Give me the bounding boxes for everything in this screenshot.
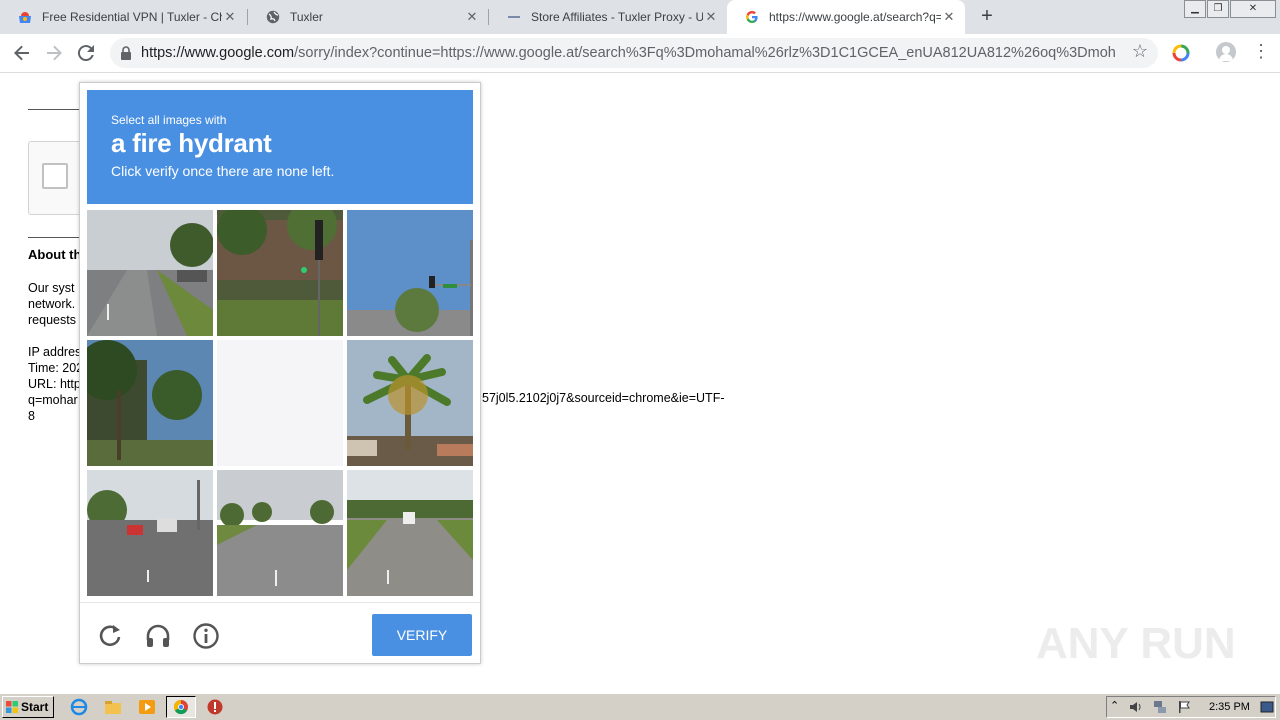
back-button[interactable]	[10, 41, 34, 65]
recaptcha-checkbox[interactable]	[42, 163, 68, 189]
tab-store-affiliates[interactable]: Store Affiliates - Tuxler Proxy - Unbloc…	[489, 0, 727, 34]
arrow-right-icon	[47, 45, 62, 61]
extension-icon[interactable]	[1171, 43, 1191, 63]
street-photo	[87, 210, 213, 336]
close-tab-icon[interactable]: ✕	[703, 9, 719, 25]
captcha-tile-9[interactable]	[347, 470, 473, 596]
globe-icon	[266, 10, 280, 24]
windows-flag-icon	[6, 701, 18, 713]
captcha-subtext: Click verify once there are none left.	[111, 163, 335, 179]
captcha-tile-3[interactable]	[347, 210, 473, 336]
tab-title: Store Affiliates - Tuxler Proxy - Unbloc…	[531, 10, 703, 24]
close-tab-icon[interactable]: ✕	[941, 9, 957, 25]
captcha-challenge: Select all images with a fire hydrant Cl…	[79, 82, 481, 664]
windows-taskbar: Start ⌃ 2:35 PM	[0, 693, 1280, 720]
forward-button[interactable]	[42, 41, 66, 65]
captcha-tile-7[interactable]	[87, 470, 213, 596]
palm-tree-photo	[347, 340, 473, 466]
close-window-button[interactable]: ✕	[1230, 0, 1276, 18]
url-host: https://www.google.com	[141, 45, 295, 61]
intersection-photo	[347, 210, 473, 336]
palm-trees-photo	[87, 340, 213, 466]
person-icon	[1219, 46, 1233, 61]
google-g-icon	[746, 11, 758, 23]
captcha-tile-5[interactable]	[217, 340, 343, 466]
reload-icon	[77, 45, 94, 62]
info-line: URL: http	[28, 377, 81, 391]
paragraph-line: Our syst	[28, 281, 75, 295]
captcha-tile-8[interactable]	[217, 470, 343, 596]
street-cars-photo	[87, 470, 213, 596]
chrome-icon	[173, 699, 188, 715]
tab-strip: Free Residential VPN | Tuxler - Chrome W…	[0, 0, 1280, 34]
system-tray: ⌃	[1106, 696, 1276, 718]
captcha-footer: VERIFY	[80, 602, 480, 665]
address-bar[interactable]: https://www.google.com/sorry/index?conti…	[110, 38, 1158, 68]
media-player-icon[interactable]	[138, 698, 156, 716]
restore-button[interactable]: ❐	[1207, 0, 1229, 18]
action-center-flag-icon[interactable]	[1177, 700, 1191, 714]
folder-icon[interactable]	[104, 698, 122, 716]
info-line: q=mohar	[28, 393, 78, 407]
tab-tuxler[interactable]: Tuxler ✕	[248, 0, 488, 34]
url-path: /sorry/index?continue=https://www.google…	[294, 45, 1116, 61]
info-line: IP addres	[28, 345, 82, 359]
bookmark-star-icon[interactable]: ☆	[1132, 41, 1148, 62]
taskbar-clock: 2:35 PM	[1209, 701, 1250, 713]
traffic-light-photo	[217, 210, 343, 336]
captcha-instruction: Select all images with	[111, 113, 227, 127]
captcha-tile-2[interactable]	[217, 210, 343, 336]
browser-toolbar: https://www.google.com/sorry/index?conti…	[0, 34, 1280, 73]
road-truck-photo	[347, 470, 473, 596]
menu-dots-icon[interactable]: ⋮	[1252, 41, 1270, 62]
stop-icon[interactable]	[206, 698, 224, 716]
close-tab-icon[interactable]: ✕	[222, 9, 238, 25]
blank-photo	[217, 340, 343, 466]
url-text: https://www.google.com/sorry/index?conti…	[141, 45, 1116, 61]
reload-button[interactable]	[74, 41, 98, 65]
wide-road-photo	[217, 470, 343, 596]
verify-button[interactable]: VERIFY	[372, 614, 472, 656]
watermark-text-any: ANY RUN	[1036, 619, 1236, 668]
info-line: 8	[28, 409, 35, 423]
anyrun-watermark: ANY RUN	[1036, 619, 1236, 668]
headphones-icon[interactable]	[144, 622, 172, 650]
info-icon[interactable]	[192, 622, 220, 650]
volume-icon[interactable]	[1129, 700, 1143, 714]
internet-explorer-icon[interactable]	[70, 698, 88, 716]
arrow-left-icon	[14, 45, 29, 61]
profile-avatar[interactable]	[1216, 42, 1236, 62]
captcha-tile-6[interactable]	[347, 340, 473, 466]
tab-google-search[interactable]: https://www.google.at/search?q=mohamal ✕	[727, 0, 965, 34]
info-line: Time: 202	[28, 361, 84, 375]
captcha-tile-1[interactable]	[87, 210, 213, 336]
minimize-button[interactable]: ▁	[1184, 0, 1206, 18]
paragraph-line: requests	[28, 313, 76, 327]
close-tab-icon[interactable]: ✕	[464, 9, 480, 25]
network-icon[interactable]	[1153, 700, 1167, 714]
captcha-header: Select all images with a fire hydrant Cl…	[87, 90, 473, 204]
lock-icon	[121, 46, 131, 60]
divider	[28, 237, 80, 238]
captcha-tile-4[interactable]	[87, 340, 213, 466]
url-text-tail: 57j0l5.2102j0j7&sourceid=chrome&ie=UTF-	[482, 391, 725, 405]
tab-title: Free Residential VPN | Tuxler - Chrome W…	[42, 10, 222, 24]
captcha-target: a fire hydrant	[111, 128, 272, 158]
start-button[interactable]: Start	[2, 696, 54, 718]
show-desktop-icon[interactable]	[1260, 700, 1274, 714]
tuxler-logo-icon	[508, 16, 520, 18]
divider	[28, 109, 80, 110]
chrome-taskbar-button[interactable]	[166, 696, 196, 718]
start-label: Start	[21, 700, 49, 714]
tab-title: https://www.google.at/search?q=mohamal	[769, 10, 941, 24]
new-tab-button[interactable]: +	[976, 5, 998, 27]
about-heading: About th	[28, 247, 82, 262]
chevron-up-icon[interactable]: ⌃	[1110, 699, 1124, 713]
paragraph-line: network.	[28, 297, 76, 311]
chrome-web-store-icon	[19, 12, 31, 23]
reload-challenge-icon[interactable]	[96, 622, 124, 650]
tab-chrome-web-store[interactable]: Free Residential VPN | Tuxler - Chrome W…	[0, 0, 246, 34]
tab-title: Tuxler	[290, 10, 323, 24]
